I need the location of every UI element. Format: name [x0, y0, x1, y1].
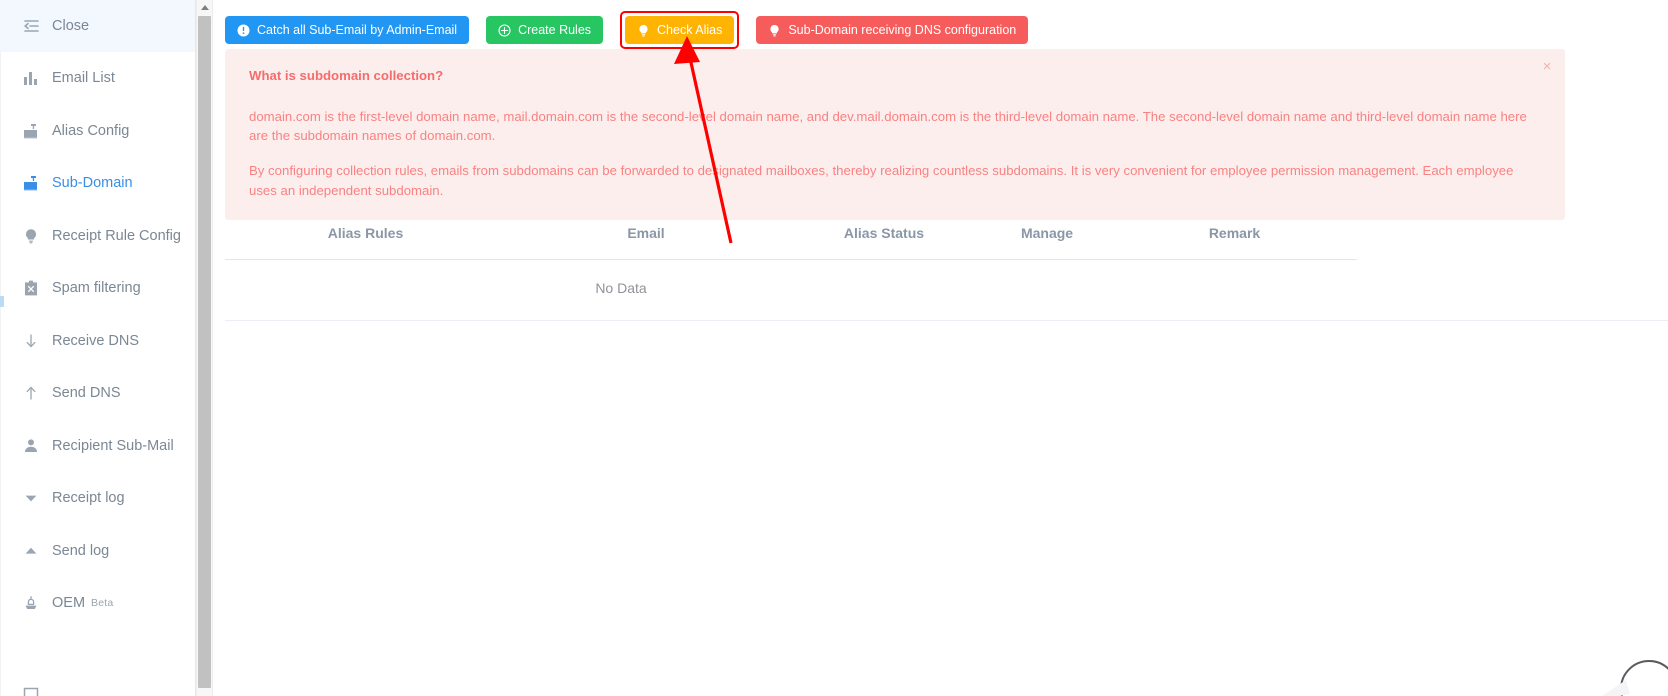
sidebar-item-label: Send log [52, 542, 110, 559]
sidebar-item-label: Receipt log [52, 490, 125, 506]
sidebar-item-email-list[interactable]: Email List [0, 52, 195, 105]
sidebar-item-recipient-sub-mail[interactable]: Recipient Sub-Mail [0, 420, 195, 473]
check-alias-highlight-box: Check Alias [620, 11, 740, 49]
sidebar-item-sub-domain[interactable]: Sub-Domain [0, 157, 195, 210]
lightbulb-icon [22, 227, 40, 245]
table-header-row: Alias Rules Email Alias Status Manage Re… [225, 206, 1357, 260]
column-header-remark: Remark [1208, 224, 1261, 241]
column-header-manage: Manage [1020, 224, 1074, 241]
sidebar-item-partial-icon [22, 686, 40, 696]
alias-rules-table: Alias Rules Email Alias Status Manage Re… [225, 206, 1357, 316]
scroll-up-arrow-icon[interactable] [197, 0, 212, 15]
sidebar-item-close[interactable]: Close [0, 0, 195, 52]
alert-paragraph: By configuring collection rules, emails … [249, 163, 1514, 198]
sidebar-item-label: Spam filtering [52, 280, 141, 296]
stamp-icon [22, 594, 40, 612]
table-bottom-border [225, 320, 1668, 321]
lightbulb-icon [637, 24, 650, 37]
sidebar-item-label: Recipient Sub-Mail [52, 437, 174, 454]
lightbulb-icon [768, 24, 781, 37]
arrow-down-icon [22, 332, 40, 350]
sidebar-item-label: Sub-Domain [52, 175, 133, 191]
mailbox-icon [22, 122, 40, 140]
clipboard-x-icon [22, 279, 40, 297]
triangle-up-icon [22, 542, 40, 560]
sub-domain-dns-config-button[interactable]: Sub-Domain receiving DNS configuration [756, 16, 1029, 44]
sidebar-item-send-dns[interactable]: Send DNS [0, 367, 195, 420]
sidebar-item-label: Close [52, 17, 90, 34]
sidebar-item-label: Receipt Rule Config [52, 227, 181, 244]
sidebar-item-receipt-log[interactable]: Receipt log [0, 472, 195, 525]
app-root: Close Email List Alias Config Sub-Domain… [0, 0, 1668, 696]
sidebar-item-spam-filtering[interactable]: Spam filtering [0, 262, 195, 315]
triangle-down-icon [22, 489, 40, 507]
button-label: Check Alias [657, 22, 723, 37]
sidebar-item-label: Send DNS [52, 385, 121, 401]
sidebar-item-label: Receive DNS [52, 332, 140, 349]
sidebar-item-label: OEM [52, 595, 86, 611]
check-alias-button[interactable]: Check Alias [625, 16, 735, 44]
main-content: Catch all Sub-Email by Admin-Email Creat… [214, 0, 1668, 696]
mailbox-icon [22, 174, 40, 192]
button-label: Create Rules [518, 22, 592, 37]
menu-collapse-icon [22, 17, 40, 35]
close-icon[interactable]: × [1539, 59, 1555, 75]
sidebar-item-badge: Beta [91, 597, 114, 610]
alert-paragraph: domain.com is the first-level domain nam… [249, 109, 1527, 144]
plus-circle-icon [498, 23, 511, 37]
sidebar: Close Email List Alias Config Sub-Domain… [0, 0, 196, 696]
sidebar-item-send-log[interactable]: Send log [0, 525, 195, 578]
user-icon [22, 437, 40, 455]
sidebar-item-label: Email List [52, 70, 115, 86]
sidebar-scrollbar[interactable] [196, 0, 213, 696]
subdomain-info-alert: × What is subdomain collection? domain.c… [225, 49, 1565, 220]
table-empty-state: No Data [595, 280, 647, 296]
column-header-email: Email [627, 224, 665, 241]
scrollbar-thumb[interactable] [198, 16, 211, 688]
sidebar-item-label: Alias Config [52, 122, 130, 139]
button-label: Catch all Sub-Email by Admin-Email [257, 22, 458, 37]
alert-title: What is subdomain collection? [249, 68, 444, 83]
bar-chart-icon [22, 69, 40, 87]
arrow-up-icon [22, 384, 40, 402]
column-header-alias-rules: Alias Rules [327, 224, 404, 241]
catch-all-sub-email-button[interactable]: Catch all Sub-Email by Admin-Email [225, 16, 470, 44]
sidebar-item-receipt-rule-config[interactable]: Receipt Rule Config [0, 210, 195, 263]
sidebar-item-oem[interactable]: OEM Beta [0, 577, 195, 630]
sidebar-item-receive-dns[interactable]: Receive DNS [0, 315, 195, 368]
chat-tail-icon [1602, 680, 1630, 696]
button-label: Sub-Domain receiving DNS configuration [788, 22, 1017, 37]
action-toolbar: Catch all Sub-Email by Admin-Email Creat… [225, 11, 1029, 49]
info-circle-icon [237, 24, 250, 37]
create-rules-button[interactable]: Create Rules [486, 16, 604, 44]
column-header-alias-status: Alias Status [843, 224, 925, 241]
sidebar-item-alias-config[interactable]: Alias Config [0, 105, 195, 158]
